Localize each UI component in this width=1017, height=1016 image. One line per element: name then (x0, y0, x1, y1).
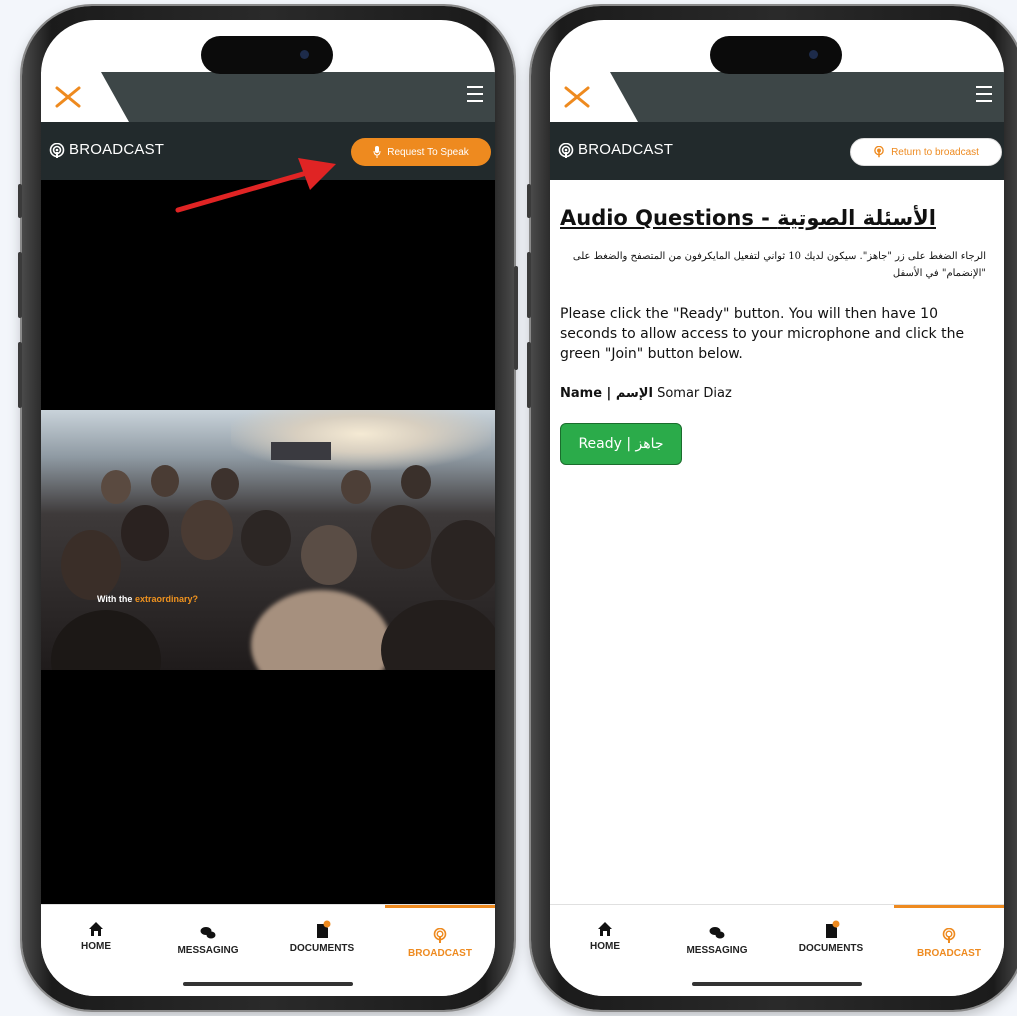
dynamic-island (201, 36, 333, 74)
nav-documents-label: DOCUMENTS (289, 943, 355, 954)
document-icon (826, 920, 840, 938)
action-button (527, 184, 531, 218)
stage-light (231, 410, 491, 470)
audience-head (211, 468, 239, 500)
nav-broadcast[interactable]: BROADCAST (894, 905, 1004, 996)
nav-messaging-label: MESSAGING (686, 945, 748, 956)
broadcast-icon (433, 928, 447, 943)
audience-head (341, 470, 371, 504)
broadcast-icon (558, 143, 574, 158)
broadcast-video-player[interactable]: With the extraordinary? (41, 180, 495, 904)
broadcast-icon (874, 146, 884, 158)
name-display: Name | الإسم Somar Diaz (560, 386, 994, 401)
home-icon (598, 922, 612, 936)
hamburger-menu-icon[interactable] (976, 86, 994, 106)
video-caption: With the extraordinary? (97, 594, 198, 604)
audience-head (241, 510, 291, 566)
document-icon (317, 920, 331, 938)
app-topbar (41, 72, 495, 122)
stage-screen (271, 442, 331, 460)
request-to-speak-button[interactable]: Request To Speak (351, 138, 491, 166)
audience-head (301, 525, 357, 585)
ready-button[interactable]: Ready | جاهز (560, 423, 682, 465)
caption-highlight: extraordinary? (134, 594, 198, 604)
hamburger-menu-icon[interactable] (467, 86, 485, 106)
caption-prefix: With the (97, 594, 133, 604)
nav-broadcast-label: BROADCAST (917, 948, 981, 959)
section-title: BROADCAST (578, 141, 674, 158)
audience-head (251, 590, 391, 670)
power-button (514, 266, 518, 370)
volume-up-button (18, 252, 22, 318)
audience-head (181, 500, 233, 560)
chat-icon (709, 927, 725, 939)
page-title: Audio Questions - الأسئلة الصوتية (560, 206, 936, 230)
topbar-dark-band (610, 72, 1004, 122)
phone-right: BROADCAST Return to broadcast Audio Ques… (527, 6, 1017, 1010)
home-icon (89, 922, 103, 936)
broadcast-icon (49, 143, 65, 158)
audience-head (61, 530, 121, 600)
audio-questions-form: Audio Questions - الأسئلة الصوتية الرجاء… (550, 180, 1004, 904)
dynamic-island (710, 36, 842, 74)
logo-x-icon[interactable] (564, 80, 590, 112)
audience-head (121, 505, 169, 561)
request-to-speak-label: Request To Speak (387, 146, 469, 158)
audience-head (381, 600, 495, 670)
volume-down-button (18, 342, 22, 408)
audience-head (51, 610, 161, 670)
audience-head (401, 465, 431, 499)
video-frame-audience: With the extraordinary? (41, 410, 495, 670)
nav-broadcast[interactable]: BROADCAST (385, 905, 495, 996)
chat-icon (200, 927, 216, 939)
audience-head (101, 470, 131, 504)
name-label: Name | الإسم (560, 386, 653, 401)
app-topbar (550, 72, 1004, 122)
arabic-instructions: الرجاء الضغط على زر "جاهز". سيكون لديك 1… (572, 251, 986, 279)
action-button (18, 184, 22, 218)
volume-up-button (527, 252, 531, 318)
annotation-arrow-icon (175, 158, 336, 213)
audience-head (431, 520, 495, 600)
nav-messaging-label: MESSAGING (177, 945, 239, 956)
topbar-dark-band (101, 72, 495, 122)
broadcast-subbar: BROADCAST Return to broadcast (550, 122, 1004, 180)
phone-screen: BROADCAST Return to broadcast Audio Ques… (550, 20, 1004, 996)
home-indicator (183, 982, 353, 986)
nav-home[interactable]: HOME (550, 905, 660, 996)
logo-x-icon[interactable] (55, 80, 81, 112)
nav-documents-label: DOCUMENTS (798, 943, 864, 954)
audience-head (151, 465, 179, 497)
nav-home-label: HOME (590, 941, 620, 952)
nav-home-label: HOME (81, 941, 111, 952)
name-value: Somar Diaz (657, 386, 732, 401)
nav-broadcast-label: BROADCAST (408, 948, 472, 959)
return-to-broadcast-button[interactable]: Return to broadcast (850, 138, 1002, 166)
volume-down-button (527, 342, 531, 408)
microphone-icon (373, 146, 381, 158)
section-title: BROADCAST (69, 141, 165, 158)
home-indicator (692, 982, 862, 986)
audience-head (371, 505, 431, 569)
broadcast-icon (942, 928, 956, 943)
return-to-broadcast-label: Return to broadcast (891, 146, 979, 158)
english-instructions: Please click the "Ready" button. You wil… (560, 306, 965, 362)
nav-home[interactable]: HOME (41, 905, 151, 996)
